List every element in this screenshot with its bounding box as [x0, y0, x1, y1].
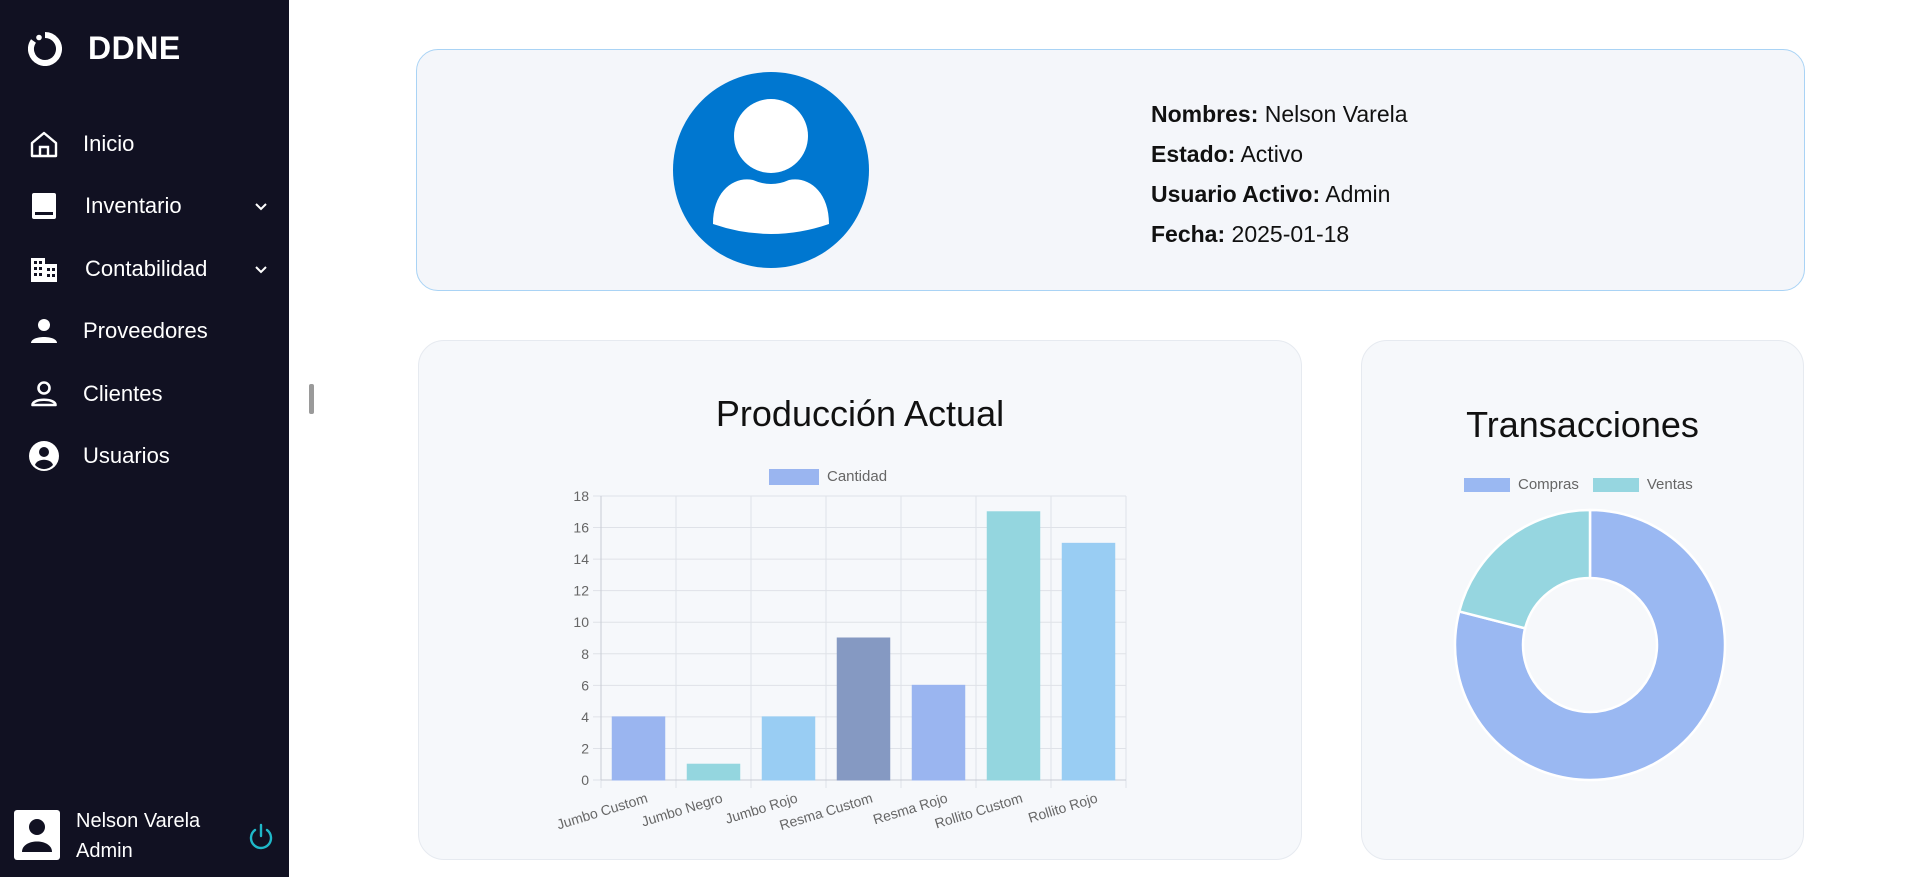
x-tick-label: Rollito Rojo — [1026, 790, 1099, 826]
production-chart-card: Producción Actual Cantidad 0 2 4 6 8 10 12 14 16… — [418, 340, 1302, 860]
profile-info: Nombres: Nelson Varela Estado: Activo Us… — [1151, 94, 1408, 254]
home-icon — [28, 128, 60, 160]
transactions-chart-card: Transacciones Compras Ventas — [1361, 340, 1804, 860]
y-tick-label: 18 — [573, 488, 589, 504]
sidebar-resize-handle[interactable] — [309, 384, 314, 414]
donut-slice[interactable] — [1457, 508, 1592, 630]
logo-icon — [28, 31, 62, 66]
y-tick-label: 12 — [573, 583, 589, 599]
info-fecha: Fecha: 2025-01-18 — [1151, 221, 1350, 247]
y-tick-label: 4 — [581, 709, 589, 725]
bar[interactable] — [611, 716, 666, 781]
info-usuario-activo: Usuario Activo: Admin — [1151, 181, 1391, 207]
building-icon — [28, 253, 60, 285]
current-user: Nelson Varela Admin — [14, 806, 284, 866]
info-nombres: Nombres: Nelson Varela — [1151, 101, 1408, 127]
book-icon — [28, 190, 60, 222]
sidebar-item-label: Inicio — [83, 131, 135, 156]
sidebar-item-proveedores[interactable]: Proveedores — [0, 307, 289, 355]
bar[interactable] — [761, 716, 816, 781]
brand-name: DDNE — [88, 30, 181, 66]
sidebar-item-inventario[interactable]: Inventario — [0, 182, 289, 230]
y-tick-label: 6 — [581, 677, 589, 693]
bar[interactable] — [911, 684, 966, 781]
chevron-down-icon[interactable] — [252, 197, 270, 215]
profile-avatar-icon — [673, 72, 869, 268]
production-bar-chart: 024681012141618Jumbo CustomJumbo NegroJu… — [555, 488, 1127, 833]
y-tick-label: 16 — [573, 520, 589, 536]
profile-card: Nombres: Nelson Varela Estado: Activo Us… — [416, 49, 1805, 291]
person-icon — [28, 315, 60, 347]
chevron-down-icon[interactable] — [252, 260, 270, 278]
bar[interactable] — [986, 511, 1041, 781]
brand[interactable]: DDNE — [28, 30, 181, 67]
bar[interactable] — [686, 763, 741, 781]
sidebar-item-label: Proveedores — [83, 318, 208, 343]
x-tick-label: Jumbo Custom — [555, 790, 650, 833]
bar[interactable] — [1061, 542, 1116, 781]
user-avatar-icon — [14, 810, 60, 860]
sidebar-item-inicio[interactable]: Inicio — [0, 120, 289, 168]
info-estado: Estado: Activo — [1151, 141, 1304, 167]
y-tick-label: 10 — [573, 614, 589, 630]
account-circle-icon — [28, 440, 60, 472]
x-tick-label: Jumbo Negro — [639, 790, 724, 830]
sidebar-item-label: Clientes — [83, 381, 163, 406]
sidebar-item-label: Usuarios — [83, 443, 170, 468]
y-tick-label: 0 — [581, 772, 589, 788]
sidebar-item-label: Inventario — [85, 193, 182, 218]
sidebar-item-label: Contabilidad — [85, 256, 208, 281]
transactions-donut-chart — [1453, 508, 1727, 782]
y-tick-label: 8 — [581, 646, 589, 662]
sidebar-item-clientes[interactable]: Clientes — [0, 370, 289, 418]
sidebar-item-usuarios[interactable]: Usuarios — [0, 432, 289, 480]
user-role: Admin — [76, 840, 133, 862]
user-name: Nelson Varela — [76, 810, 201, 832]
power-icon[interactable] — [246, 822, 276, 852]
y-tick-label: 2 — [581, 740, 589, 756]
y-tick-label: 14 — [573, 551, 589, 567]
bar[interactable] — [836, 637, 891, 781]
person-outline-icon — [28, 378, 60, 410]
sidebar: DDNE Inicio Inventario Contabilidad Prov… — [0, 0, 289, 877]
sidebar-item-contabilidad[interactable]: Contabilidad — [0, 245, 289, 293]
